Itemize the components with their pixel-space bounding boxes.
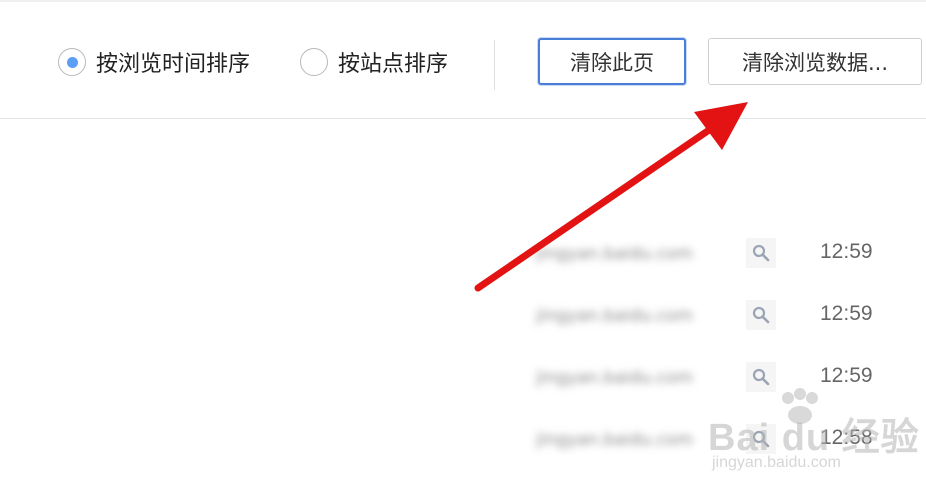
search-icon[interactable]: [746, 300, 776, 330]
history-row[interactable]: jingyan.baidu.com 12:59: [530, 236, 926, 276]
sort-by-time-radio[interactable]: 按浏览时间排序: [58, 46, 250, 78]
baidu-jingyan-watermark: Bai du 经验 jingyan.baidu.com: [708, 388, 919, 478]
radio-selected-dot: [66, 56, 78, 68]
clear-browsing-data-button[interactable]: 清除浏览数据...: [708, 38, 922, 85]
watermark-site: jingyan.baidu.com: [712, 454, 841, 471]
history-url[interactable]: jingyan.baidu.com: [536, 368, 736, 390]
clear-page-button[interactable]: 清除此页: [538, 38, 686, 85]
watermark-brand: Bai du 经验: [708, 417, 920, 459]
history-time: 12:59: [820, 302, 873, 325]
radio-circle: [300, 48, 328, 76]
sort-by-time-label: 按浏览时间排序: [96, 52, 251, 77]
sort-by-site-label: 按站点排序: [338, 52, 449, 77]
history-time: 12:59: [820, 364, 873, 387]
history-time: 12:59: [820, 240, 873, 263]
sort-by-site-radio[interactable]: 按站点排序: [300, 46, 448, 78]
history-toolbar: 按浏览时间排序 按站点排序 清除此页 清除浏览数据...: [0, 0, 926, 119]
history-row[interactable]: jingyan.baidu.com 12:59: [530, 298, 926, 338]
history-url[interactable]: jingyan.baidu.com: [536, 306, 736, 328]
history-url[interactable]: jingyan.baidu.com: [536, 244, 736, 266]
radio-circle: [58, 48, 86, 76]
history-url[interactable]: jingyan.baidu.com: [536, 430, 736, 452]
toolbar-divider: [494, 40, 495, 90]
search-icon[interactable]: [746, 238, 776, 268]
top-border: [0, 0, 926, 2]
